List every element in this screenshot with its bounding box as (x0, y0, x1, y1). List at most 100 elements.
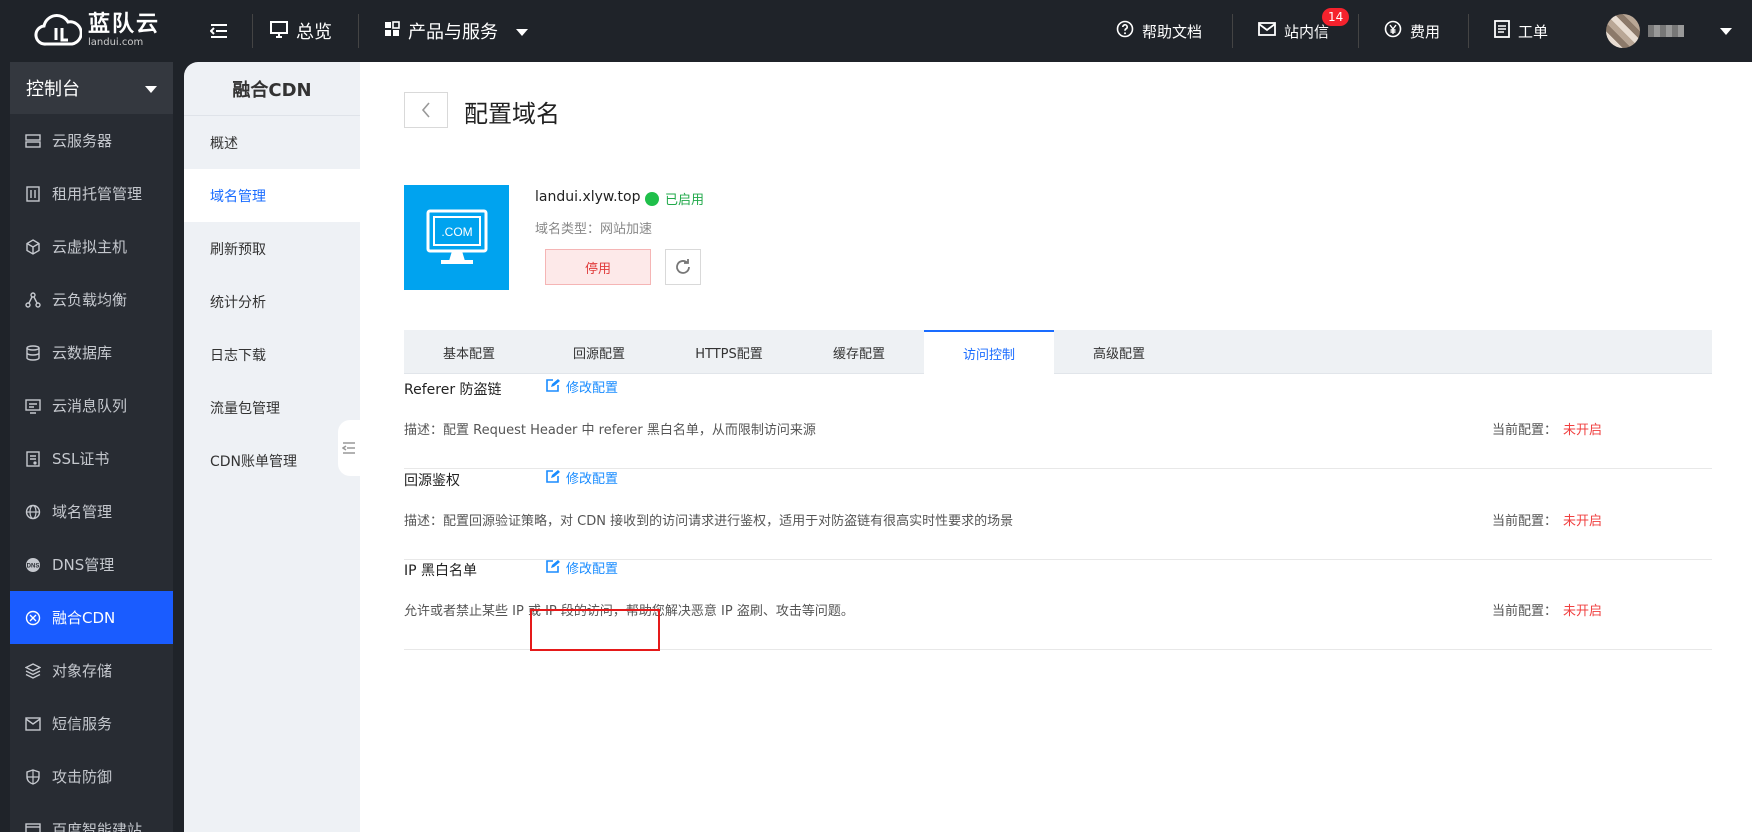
help-docs-link[interactable]: 帮助文档 (1116, 0, 1202, 62)
main-sidebar: 控制台 云服务器租用托管管理云虚拟主机云负载均衡云数据库云消息队列 SSL证书 域名… (10, 62, 173, 832)
status-dot-icon (645, 191, 659, 206)
current-config-value: 未开启 (1563, 514, 1603, 529)
sidebar-menu: 云服务器 租用托管管理 云虚拟主机 云负载均衡 云数据库 云消息队列 SSL证书 域名管理 DN… (10, 114, 173, 832)
cdn-submenu: 融合CDN 概述 域名管理 刷新预取 统计分析 日志下载 流量包管理 CDN账单管理 (184, 62, 360, 832)
submenu-item[interactable]: 概述 (184, 116, 360, 169)
sidebar-item-label: 云负载均衡 (52, 291, 128, 309)
status-badge: 已启用 (645, 189, 704, 208)
brand-domain: landui.com (88, 37, 144, 48)
sidebar-item-label: 百度智能建站 (52, 821, 143, 832)
submenu-title: 融合CDN (184, 62, 360, 116)
sidebar-item-label: 对象存储 (52, 662, 113, 680)
domain-type: 域名类型：网站加速 (535, 222, 653, 237)
sidebar-item-label: 云消息队列 (52, 397, 128, 415)
submenu-item[interactable]: 域名管理 (184, 169, 360, 222)
current-config: 当前配置： 未开启 (1492, 604, 1603, 619)
messages-link[interactable]: 站内信 14 (1258, 0, 1350, 62)
chevron-left-icon (421, 102, 430, 118)
tab-2[interactable]: HTTPS配置 (664, 330, 794, 374)
edit-config-link[interactable]: 修改配置 (546, 558, 618, 577)
config-tabs: 基本配置 回源配置 HTTPS配置 缓存配置 访问控制 高级配置 (404, 330, 1712, 375)
balance-icon (24, 291, 42, 309)
sidebar-item-label: 云服务器 (52, 132, 113, 150)
submenu-item[interactable]: 日志下载 (184, 328, 360, 381)
disable-button[interactable]: 停用 (545, 249, 651, 285)
monitor-com-icon: .COM (426, 209, 487, 264)
edit-config-link[interactable]: 修改配置 (546, 468, 618, 487)
sidebar-item-label: 云数据库 (52, 344, 113, 362)
mail-icon (1258, 21, 1276, 41)
sms-icon (24, 715, 42, 733)
tab-0[interactable]: 基本配置 (404, 330, 534, 374)
dns-icon: DNS (24, 556, 42, 574)
sidebar-item-label: 租用托管管理 (52, 185, 143, 203)
refresh-button[interactable] (665, 249, 701, 285)
sidebar-item-message-queue[interactable]: 云消息队列 (10, 379, 173, 432)
top-bar: 蓝队云 landui.com 总览 产品与服务 帮助文档 站内信 14 费用 工… (0, 0, 1752, 62)
highlight-annotation (530, 609, 660, 651)
sidebar-item-site-builder[interactable]: 百度智能建站 (10, 803, 173, 832)
sidebar-item-label: 攻击防御 (52, 768, 113, 786)
submenu-item[interactable]: CDN账单管理 (184, 434, 360, 487)
com-domain-thumbnail: .COM (404, 185, 509, 290)
collapse-icon (342, 442, 355, 454)
user-menu[interactable] (1606, 0, 1732, 62)
current-config: 当前配置： 未开启 (1492, 514, 1603, 529)
tab-1[interactable]: 回源配置 (534, 330, 664, 374)
grid-icon (384, 20, 400, 42)
svg-text:DNS: DNS (27, 563, 40, 569)
hosting-icon (24, 185, 42, 203)
message-count-badge: 14 (1322, 8, 1350, 26)
domain-name: landui.xlyw.top (535, 189, 641, 205)
sidebar-item-shield[interactable]: 攻击防御 (10, 750, 173, 803)
sidebar-item-cdn[interactable]: 融合CDN (10, 591, 173, 644)
nav-overview[interactable]: 总览 (270, 0, 332, 62)
sidebar-item-cube[interactable]: 云虚拟主机 (10, 220, 173, 273)
collapse-submenu-handle[interactable] (338, 420, 360, 476)
certificate-icon (24, 450, 42, 468)
sidebar-item-sms[interactable]: 短信服务 (10, 697, 173, 750)
section-description: 描述：配置 Request Header 中 referer 黑白名单，从而限制… (404, 423, 816, 438)
section-name: IP 黑白名单 (404, 563, 478, 579)
ticket-list-icon (1494, 20, 1510, 42)
tickets-link[interactable]: 工单 (1494, 0, 1548, 62)
tab-4[interactable]: 访问控制 (924, 330, 1054, 375)
console-dropdown[interactable]: 控制台 (10, 62, 173, 114)
fees-link[interactable]: 费用 (1384, 0, 1440, 62)
current-config-value: 未开启 (1563, 423, 1603, 438)
section-name: Referer 防盗链 (404, 382, 502, 398)
sidebar-item-label: DNS管理 (52, 556, 115, 574)
back-button[interactable] (404, 92, 448, 128)
monitor-icon (270, 20, 288, 43)
submenu-item[interactable]: 流量包管理 (184, 381, 360, 434)
sidebar-item-globe[interactable]: 域名管理 (10, 485, 173, 538)
brand-logo[interactable]: 蓝队云 landui.com (0, 0, 180, 62)
sidebar-item-server[interactable]: 云服务器 (10, 114, 173, 167)
tab-3[interactable]: 缓存配置 (794, 330, 924, 374)
shield-icon (24, 768, 42, 786)
sidebar-item-hosting[interactable]: 租用托管管理 (10, 167, 173, 220)
sidebar-item-database[interactable]: 云数据库 (10, 326, 173, 379)
nav-products-dropdown[interactable]: 产品与服务 (384, 0, 528, 62)
access-control-section: 回源鉴权 修改配置 描述：配置回源验证策略，对 CDN 接收到的访问请求进行鉴权，适… (404, 468, 1712, 560)
submenu-item[interactable]: 刷新预取 (184, 222, 360, 275)
sidebar-item-label: 融合CDN (52, 609, 116, 627)
edit-config-link[interactable]: 修改配置 (546, 377, 618, 396)
main-content: 配置域名 .COM landui.xlyw.top 已启用 域名类型：网站加速 … (360, 62, 1752, 832)
caret-down-icon (516, 21, 528, 42)
access-control-section: Referer 防盗链 修改配置描述：配置 Request Header 中 re… (404, 377, 1712, 469)
tab-5[interactable]: 高级配置 (1054, 330, 1184, 374)
message-queue-icon (24, 397, 42, 415)
sidebar-item-balance[interactable]: 云负载均衡 (10, 273, 173, 326)
sidebar-item-dns[interactable]: DNS DNS管理 (10, 538, 173, 591)
sidebar-item-certificate[interactable]: SSL证书 (10, 432, 173, 485)
cloud-logo-icon (34, 14, 83, 48)
edit-icon (546, 378, 560, 396)
caret-down-icon (145, 78, 157, 99)
submenu-item[interactable]: 统计分析 (184, 275, 360, 328)
page-title: 配置域名 (464, 100, 560, 128)
question-circle-icon (1116, 20, 1134, 42)
menu-toggle-icon[interactable] (206, 18, 232, 44)
database-icon (24, 344, 42, 362)
sidebar-item-storage[interactable]: 对象存储 (10, 644, 173, 697)
